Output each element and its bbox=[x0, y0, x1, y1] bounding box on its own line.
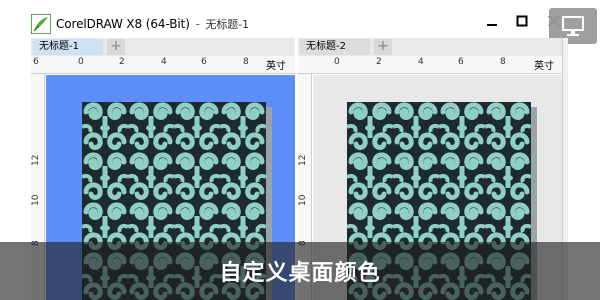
ruler-label: 2 bbox=[119, 57, 125, 67]
right-tab-row: 无标题-2 + bbox=[298, 38, 562, 56]
ruler-label: 4 bbox=[418, 57, 424, 67]
ruler-label: 2 bbox=[376, 57, 382, 67]
ruler-label: 12 bbox=[298, 154, 308, 166]
ruler-label: 4 bbox=[161, 57, 167, 67]
ruler-label: 6 bbox=[33, 57, 39, 67]
ruler-unit: 英寸 bbox=[266, 61, 286, 72]
caption-text: 自定义桌面颜色 bbox=[219, 261, 381, 286]
minimize-button[interactable] bbox=[480, 10, 504, 32]
ruler-label: 12 bbox=[31, 154, 41, 166]
maximize-button[interactable] bbox=[510, 10, 534, 32]
left-horizontal-ruler: 6 0 2 4 6 8 英寸 bbox=[31, 56, 295, 74]
left-tab-row: 无标题-1 + bbox=[31, 38, 295, 56]
ruler-label: 10 bbox=[31, 194, 41, 206]
ruler-label: 6 bbox=[458, 57, 464, 67]
right-horizontal-ruler: 0 2 4 6 8 英寸 bbox=[298, 56, 562, 74]
tab-document-2[interactable]: 无标题-2 bbox=[300, 39, 370, 55]
window-title: CorelDRAW X8 (64-Bit) - 无标题-1 bbox=[56, 16, 249, 32]
document-title: 无标题-1 bbox=[205, 18, 249, 31]
ruler-label: 8 bbox=[500, 57, 506, 67]
caption-bar: 自定义桌面颜色 bbox=[0, 242, 600, 300]
ruler-label: 10 bbox=[298, 194, 308, 206]
add-tab-button[interactable]: + bbox=[107, 39, 125, 55]
ruler-unit: 英寸 bbox=[534, 61, 554, 72]
app-name: CorelDRAW X8 (64-Bit) bbox=[56, 17, 190, 31]
title-separator: - bbox=[195, 17, 200, 31]
monitor-icon bbox=[562, 16, 584, 36]
coreldraw-logo-icon bbox=[31, 14, 51, 34]
add-tab-button[interactable]: + bbox=[374, 39, 392, 55]
ruler-label: 0 bbox=[334, 57, 340, 67]
ruler-label: 0 bbox=[78, 57, 84, 67]
minimize-icon bbox=[487, 24, 497, 26]
ruler-label: 6 bbox=[201, 57, 207, 67]
maximize-icon bbox=[516, 15, 528, 27]
tab-document-1[interactable]: 无标题-1 bbox=[33, 39, 103, 55]
window-title-bar: CorelDRAW X8 (64-Bit) - 无标题-1 bbox=[0, 0, 600, 38]
ruler-label: 8 bbox=[243, 57, 249, 67]
